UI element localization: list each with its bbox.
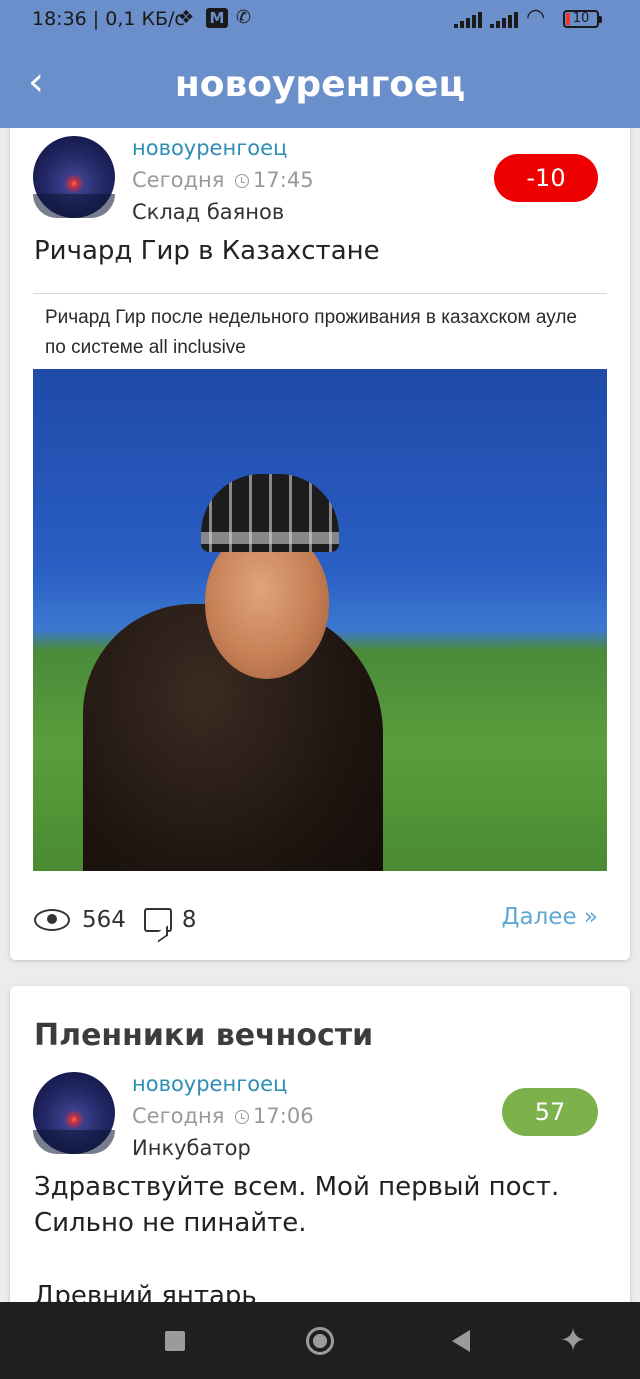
dropbox-icon: ❖ [178, 7, 195, 28]
post-title[interactable]: Ричард Гир в Казахстане [34, 236, 380, 266]
top-bar: 18:36 | 0,1 КБ/с ❖ M ✆ ◠ 10 ‹ новоуренго… [0, 0, 640, 128]
eye-icon [34, 909, 70, 931]
image-caption: Ричард Гир после недельного проживания в… [45, 307, 577, 358]
post-date: Сегодня 17:06 [132, 1104, 314, 1128]
post-author[interactable]: новоуренгоец [132, 136, 287, 160]
notification-icon: M [206, 8, 228, 28]
clock-icon [235, 174, 250, 188]
views-count: 564 [82, 907, 126, 933]
phone-icon: ✆ [236, 7, 252, 28]
comment-icon[interactable] [143, 908, 172, 932]
post-card: Пленники вечности новоуренгоец Сегодня 1… [10, 986, 630, 1316]
read-more-link[interactable]: Далее » [502, 904, 598, 930]
post-author[interactable]: новоуренгоец [132, 1072, 287, 1096]
signal-icon [490, 12, 518, 28]
clock-icon [235, 1110, 250, 1124]
post-card: новоуренгоец Сегодня 17:45 Склад баянов … [10, 108, 630, 960]
status-time: 18:36 | 0,1 КБ/с [32, 8, 185, 30]
back-icon[interactable] [422, 1302, 502, 1379]
signal-icon [454, 12, 482, 28]
avatar[interactable] [33, 1072, 115, 1154]
recent-apps-icon[interactable] [135, 1302, 215, 1379]
rating-badge: -10 [494, 154, 598, 202]
accessibility-icon[interactable]: ✦ [533, 1302, 613, 1379]
system-nav-bar: ✦ [0, 1302, 640, 1379]
post-community[interactable]: Склад баянов [132, 200, 284, 224]
home-icon[interactable] [280, 1302, 360, 1379]
post-stats: 564 8 [34, 904, 197, 936]
app-bar: ‹ новоуренгоец [0, 40, 640, 128]
wifi-icon: ◠ [526, 5, 546, 30]
page-title: новоуренгоец [174, 64, 466, 105]
battery-icon: 10 [563, 10, 602, 28]
post-image[interactable]: Ричард Гир после недельного проживания в… [33, 293, 607, 871]
image-divider [33, 293, 607, 294]
photo [33, 369, 607, 871]
post-body: Здравствуйте всем. Мой первый пост. Силь… [34, 1172, 560, 1238]
avatar[interactable] [33, 136, 115, 218]
status-bar: 18:36 | 0,1 КБ/с ❖ M ✆ ◠ 10 [0, 0, 640, 40]
post-title[interactable]: Пленники вечности [34, 1018, 373, 1053]
post-community[interactable]: Инкубатор [132, 1136, 251, 1160]
comments-count[interactable]: 8 [182, 907, 197, 933]
post-date: Сегодня 17:45 [132, 168, 314, 192]
rating-badge: 57 [502, 1088, 598, 1136]
